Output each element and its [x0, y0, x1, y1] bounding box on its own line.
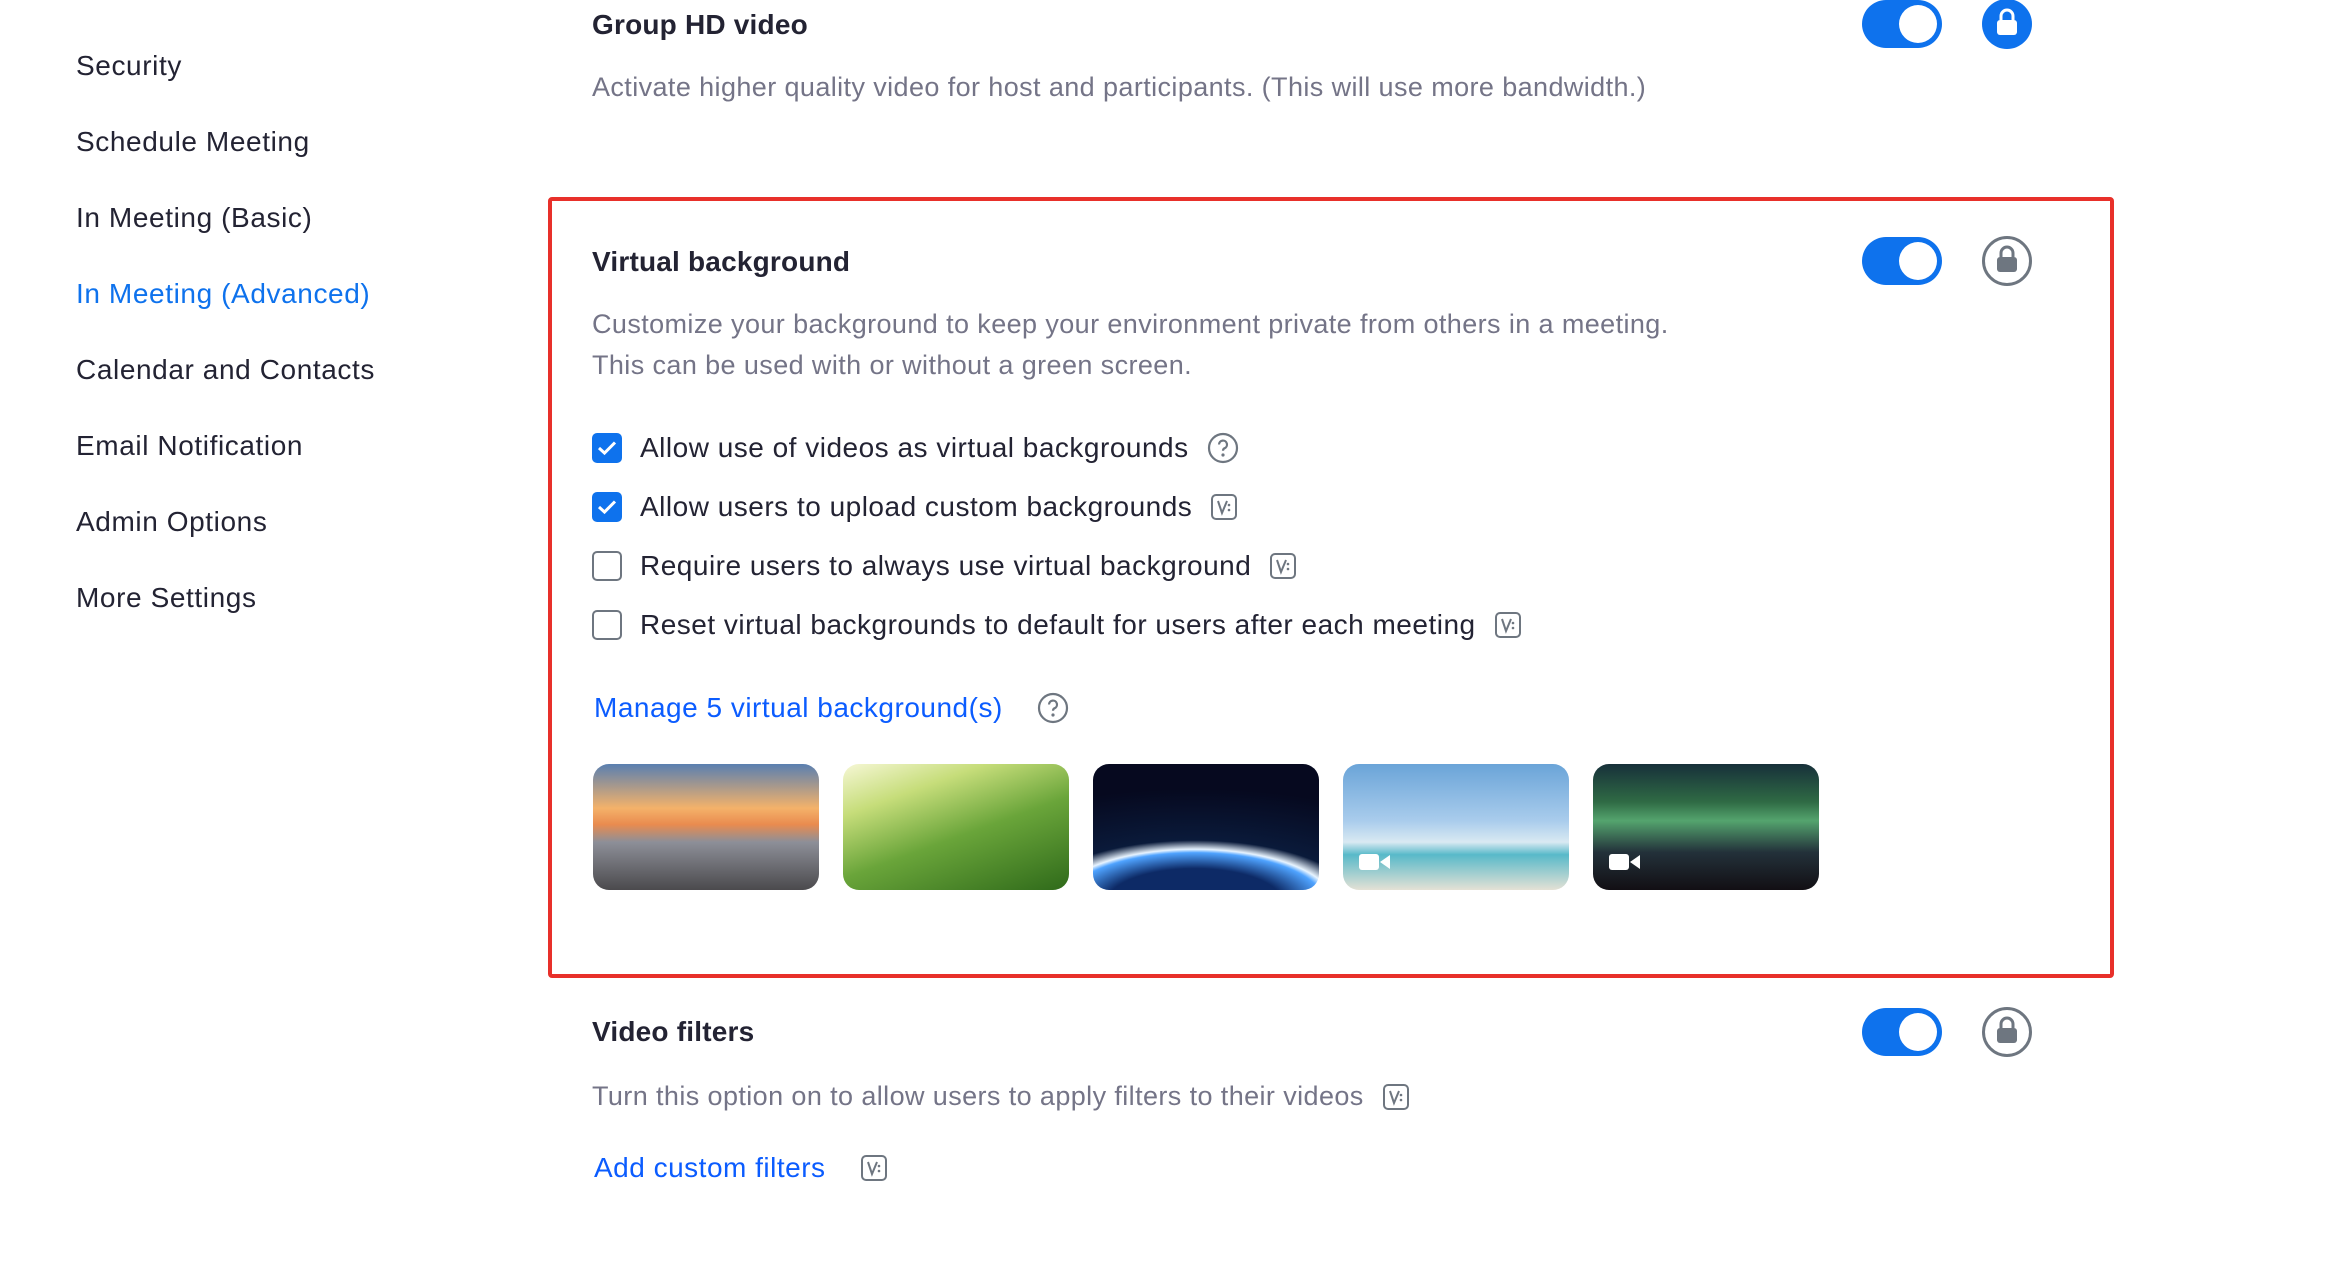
video-filters-title: Video filters [592, 1016, 755, 1047]
allow-custom-backgrounds-checkbox[interactable] [592, 492, 622, 522]
unlock-icon [1994, 244, 2020, 279]
group-hd-video-toggle[interactable] [1862, 0, 1942, 48]
option-label: Allow users to upload custom backgrounds [640, 491, 1193, 522]
option-reset-virtual-backgrounds: Reset virtual backgrounds to default for… [592, 608, 1522, 642]
help-icon[interactable] [1037, 692, 1069, 724]
virtual-background-description: Customize your background to keep your e… [592, 304, 1669, 386]
group-hd-video-description: Activate higher quality video for host a… [592, 72, 1647, 102]
description-line-2: This can be used with or without a green… [592, 350, 1193, 380]
virtual-background-thumbnails [593, 764, 1819, 890]
group-hd-video-lock-button[interactable] [1982, 0, 2032, 49]
background-thumbnail-beach[interactable] [1343, 764, 1569, 890]
lock-icon [1994, 7, 2020, 42]
option-label: Allow use of videos as virtual backgroun… [640, 432, 1189, 463]
group-hd-video-title: Group HD video [592, 9, 808, 40]
sidebar-item-email-notification[interactable]: Email Notification [76, 408, 496, 484]
video-filters-description: Turn this option on to allow users to ap… [592, 1076, 1410, 1117]
add-custom-filters-text[interactable]: Add custom filters [594, 1152, 826, 1184]
toggle-knob [1899, 1013, 1937, 1051]
help-icon[interactable] [1207, 432, 1239, 464]
version-icon[interactable] [1269, 552, 1297, 580]
sidebar-item-schedule-meeting[interactable]: Schedule Meeting [76, 104, 496, 180]
background-thumbnail-earth[interactable] [1093, 764, 1319, 890]
video-camera-icon [1359, 852, 1391, 877]
settings-page: Security Schedule Meeting In Meeting (Ba… [0, 0, 2344, 1264]
video-filters-lock-button[interactable] [1982, 1007, 2032, 1057]
reset-virtual-backgrounds-checkbox[interactable] [592, 610, 622, 640]
version-icon[interactable] [1382, 1083, 1410, 1111]
unlock-icon [1994, 1015, 2020, 1050]
sidebar-item-more-settings[interactable]: More Settings [76, 560, 496, 636]
sidebar-item-in-meeting-basic[interactable]: In Meeting (Basic) [76, 180, 496, 256]
toggle-knob [1899, 242, 1937, 280]
background-thumbnail-grass[interactable] [843, 764, 1069, 890]
video-filters-toggle[interactable] [1862, 1008, 1942, 1056]
background-thumbnail-northern-lights[interactable] [1593, 764, 1819, 890]
option-label: Reset virtual backgrounds to default for… [640, 609, 1476, 640]
virtual-background-toggle[interactable] [1862, 237, 1942, 285]
sidebar-item-security[interactable]: Security [76, 28, 496, 104]
check-icon [597, 441, 617, 456]
option-require-virtual-background: Require users to always use virtual back… [592, 549, 1297, 583]
version-icon[interactable] [1210, 493, 1238, 521]
video-filters-description-text: Turn this option on to allow users to ap… [592, 1081, 1364, 1111]
settings-sidebar: Security Schedule Meeting In Meeting (Ba… [76, 28, 496, 636]
add-custom-filters-link: Add custom filters [594, 1152, 888, 1184]
description-line-1: Customize your background to keep your e… [592, 309, 1669, 339]
sidebar-item-in-meeting-advanced[interactable]: In Meeting (Advanced) [76, 256, 496, 332]
video-camera-icon [1609, 852, 1641, 877]
version-icon[interactable] [860, 1154, 888, 1182]
version-icon[interactable] [1494, 611, 1522, 639]
background-thumbnail-golden-gate-bridge[interactable] [593, 764, 819, 890]
toggle-knob [1899, 5, 1937, 43]
manage-link-text[interactable]: Manage 5 virtual background(s) [594, 692, 1003, 724]
option-allow-video-backgrounds: Allow use of videos as virtual backgroun… [592, 431, 1239, 465]
option-allow-custom-backgrounds: Allow users to upload custom backgrounds [592, 490, 1238, 524]
require-virtual-background-checkbox[interactable] [592, 551, 622, 581]
allow-video-backgrounds-checkbox[interactable] [592, 433, 622, 463]
option-label: Require users to always use virtual back… [640, 550, 1252, 581]
manage-virtual-backgrounds-link: Manage 5 virtual background(s) [594, 692, 1069, 724]
check-icon [597, 500, 617, 515]
sidebar-item-admin-options[interactable]: Admin Options [76, 484, 496, 560]
virtual-background-lock-button[interactable] [1982, 236, 2032, 286]
virtual-background-title: Virtual background [592, 246, 851, 277]
sidebar-item-calendar-and-contacts[interactable]: Calendar and Contacts [76, 332, 496, 408]
